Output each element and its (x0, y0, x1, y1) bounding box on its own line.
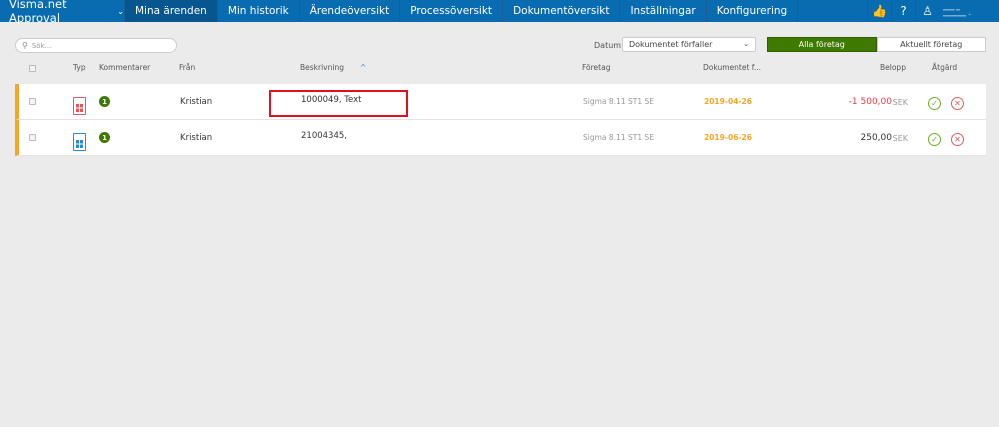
col-typ[interactable]: Typ (73, 63, 86, 72)
comment-count-badge[interactable]: 1 (99, 132, 110, 143)
col-dokument[interactable]: Dokumentet f... (703, 63, 761, 72)
approve-icon[interactable]: ✓ (928, 133, 941, 146)
table-row[interactable]: 1 Kristian 21004345, Sigma 8.11 ST1 SE 2… (15, 120, 986, 156)
sort-asc-icon: ^ (360, 63, 367, 72)
app-switcher[interactable]: Visma.net Approval ⌄ (0, 0, 125, 25)
reject-icon[interactable]: ✕ (951, 133, 964, 146)
col-foretag[interactable]: Företag (582, 63, 610, 72)
table-row[interactable]: 1 Kristian 1000049, Text Sigma 8.11 ST1 … (15, 84, 986, 120)
due-date: 2019-04-26 (704, 97, 752, 106)
company: Sigma 8.11 ST1 SE (583, 97, 654, 106)
row-checkbox[interactable] (29, 98, 36, 105)
col-beskrivning[interactable]: Beskrivning (300, 63, 344, 72)
datum-select[interactable]: Dokumentet förfaller ⌄ (622, 37, 756, 52)
tab-installningar[interactable]: Inställningar (620, 0, 707, 22)
tab-processoversikt[interactable]: Processöversikt (400, 0, 504, 22)
chevron-down-icon: ⌄ (743, 40, 749, 48)
amount: 250,00 (860, 133, 893, 143)
table-header: Typ Kommentarer Från Beskrivning ^ Föret… (15, 63, 986, 77)
tab-arendeoversikt[interactable]: Ärendeöversikt (300, 0, 401, 22)
help-icon[interactable]: ? (891, 0, 915, 22)
currency: SEK (892, 98, 908, 107)
col-kommentarer[interactable]: Kommentarer (99, 63, 150, 72)
company: Sigma 8.11 ST1 SE (583, 133, 654, 142)
document-type-icon (73, 97, 86, 115)
current-company-button[interactable]: Aktuellt företag (876, 37, 986, 52)
col-belopp[interactable]: Belopp (880, 63, 906, 72)
tab-min-historik[interactable]: Min historik (218, 0, 300, 22)
highlight-box (269, 90, 408, 117)
row-checkbox[interactable] (29, 134, 36, 141)
company-toggle: Alla företag Aktuellt företag (767, 37, 986, 52)
due-date: 2019-06-26 (704, 133, 752, 142)
search-input[interactable]: ⚲ Sök... (15, 38, 177, 53)
select-all-checkbox[interactable] (29, 65, 36, 72)
col-fran[interactable]: Från (179, 63, 195, 72)
chevron-down-icon: ⌄ (117, 6, 124, 16)
amount: -1 500,00 (848, 97, 892, 107)
from: Kristian (180, 133, 213, 143)
app-title: Visma.net Approval (9, 0, 67, 25)
reject-icon[interactable]: ✕ (951, 97, 964, 110)
user-menu[interactable]: ▁▁▁ ▁ ▁▁▁▁▁▁ ⌄ (939, 0, 999, 22)
tab-mina-arenden[interactable]: Mina ärenden (125, 0, 218, 22)
from: Kristian (180, 97, 213, 107)
all-companies-button[interactable]: Alla företag (767, 37, 877, 52)
currency: SEK (892, 134, 908, 143)
top-nav: Visma.net Approval ⌄ Mina ärenden Min his… (0, 0, 999, 25)
datum-label: Datum (594, 41, 622, 50)
tab-konfigurering[interactable]: Konfigurering (707, 0, 799, 22)
feedback-icon[interactable]: 👍 (867, 0, 891, 22)
col-atgard: Åtgärd (932, 63, 958, 72)
description[interactable]: 21004345, (301, 131, 347, 141)
tab-dokumentoversikt[interactable]: Dokumentöversikt (503, 0, 621, 22)
comment-count-badge[interactable]: 1 (99, 96, 110, 107)
search-icon: ⚲ (22, 41, 28, 50)
approve-icon[interactable]: ✓ (928, 97, 941, 110)
document-type-icon (73, 133, 86, 151)
user-icon[interactable]: ♙ (915, 0, 939, 22)
